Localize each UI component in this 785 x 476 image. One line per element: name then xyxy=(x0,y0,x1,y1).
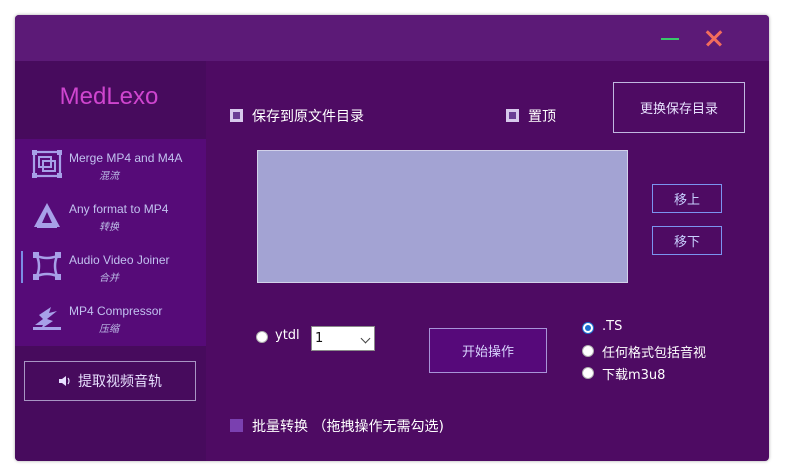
output-any-format-radio[interactable] xyxy=(582,345,594,357)
sidebar-item-sublabel: 合并 xyxy=(99,273,119,284)
output-ts-label: .TS xyxy=(602,319,623,334)
sidebar-item-sublabel: 压缩 xyxy=(99,324,119,335)
sidebar-item-label: Merge MP4 and M4A xyxy=(69,151,183,165)
threads-select-value: 1 xyxy=(315,331,324,346)
compress-icon xyxy=(33,307,61,330)
sidebar-item-joiner[interactable]: Audio Video Joiner 合并 xyxy=(15,241,206,291)
save-to-source-label: 保存到原文件目录 xyxy=(252,109,364,125)
ytdl-radio[interactable] xyxy=(256,331,268,343)
convert-tent-icon xyxy=(34,203,60,228)
brand-logo: MedLexo xyxy=(59,83,159,110)
save-to-source-checkbox[interactable] xyxy=(230,109,243,122)
start-button[interactable]: 开始操作 xyxy=(429,328,547,373)
pin-on-top-checkbox[interactable] xyxy=(506,109,519,122)
sidebar-item-label: Audio Video Joiner xyxy=(69,253,170,267)
extract-audio-label: 提取视频音轨 xyxy=(78,374,162,390)
sidebar-nav: Merge MP4 and M4A 混流 Any format to MP4 转… xyxy=(15,139,206,346)
batch-convert-label: 批量转换 （拖拽操作无需勾选) xyxy=(252,419,444,435)
move-down-button[interactable]: 移下 xyxy=(652,226,722,255)
sidebar-item-merge[interactable]: Merge MP4 and M4A 混流 xyxy=(15,139,206,189)
batch-convert-checkbox[interactable] xyxy=(230,419,243,432)
close-icon[interactable] xyxy=(703,27,725,49)
output-any-format-label: 任何格式包括音视 xyxy=(602,346,707,361)
output-m3u8-label: 下载m3u8 xyxy=(602,368,666,383)
move-up-button[interactable]: 移上 xyxy=(652,184,722,213)
threads-select[interactable]: 1 xyxy=(311,326,375,351)
sidebar-item-compressor[interactable]: MP4 Compressor 压缩 xyxy=(15,292,206,342)
chevron-down-icon xyxy=(360,333,371,344)
speaker-icon xyxy=(59,376,70,386)
merge-frames-icon xyxy=(32,150,62,178)
extract-audio-button[interactable]: 提取视频音轨 xyxy=(24,361,196,401)
app-window: MedLexo Merge MP4 and M4A 混流 Any format … xyxy=(15,15,769,461)
sidebar-item-sublabel: 混流 xyxy=(99,171,119,182)
file-list[interactable] xyxy=(257,150,628,283)
sidebar-item-label: Any format to MP4 xyxy=(69,202,169,216)
sidebar-item-sublabel: 转换 xyxy=(99,222,119,233)
main-panel: 保存到原文件目录 置顶 更换保存目录 移上 移下 ytdl 1 开始操作 .TS… xyxy=(206,61,769,461)
joiner-frame-icon xyxy=(33,252,61,280)
title-bar[interactable] xyxy=(15,15,769,61)
minimize-icon[interactable] xyxy=(659,27,681,49)
sidebar: MedLexo Merge MP4 and M4A 混流 Any format … xyxy=(15,61,206,461)
change-save-dir-button[interactable]: 更换保存目录 xyxy=(613,82,745,133)
sidebar-item-label: MP4 Compressor xyxy=(69,304,163,318)
output-m3u8-radio[interactable] xyxy=(582,367,594,379)
sidebar-item-convert[interactable]: Any format to MP4 转换 xyxy=(15,190,206,240)
ytdl-label: ytdl xyxy=(275,328,300,343)
pin-on-top-label: 置顶 xyxy=(528,109,556,125)
output-ts-radio[interactable] xyxy=(582,322,594,334)
